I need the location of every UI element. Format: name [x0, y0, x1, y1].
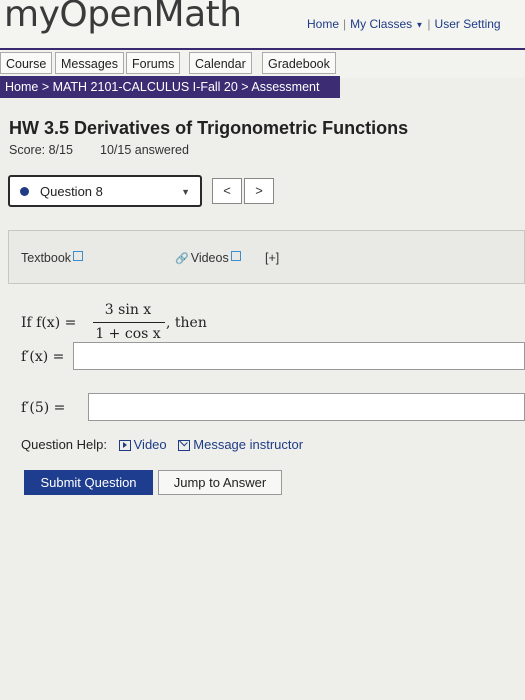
- tab-messages[interactable]: Messages: [55, 52, 124, 74]
- textbook-link[interactable]: Textbook: [21, 251, 84, 265]
- question-select-value: Question 8: [40, 184, 103, 199]
- derivative-value-input[interactable]: [88, 393, 525, 421]
- course-nav: Course Messages Forums Calendar Gradeboo…: [0, 48, 525, 78]
- video-icon: 🔗: [175, 253, 189, 265]
- submit-question-button[interactable]: Submit Question: [24, 470, 153, 495]
- score-text: Score: 8/15: [9, 143, 73, 157]
- chevron-down-icon: ▼: [181, 187, 190, 197]
- derivative-answer-input[interactable]: [73, 342, 525, 370]
- fraction-denominator: 1 + cos x: [95, 326, 161, 342]
- video-icon[interactable]: [118, 440, 131, 452]
- help-video-link[interactable]: Video: [134, 437, 167, 452]
- tab-calendar[interactable]: Calendar: [189, 52, 252, 74]
- home-link[interactable]: Home: [307, 17, 339, 31]
- part2-label: f′(5) =: [21, 400, 66, 416]
- status-dot-icon: [20, 187, 29, 196]
- mail-icon[interactable]: [178, 440, 191, 452]
- fraction-bar: [93, 322, 165, 323]
- videos-link[interactable]: 🔗 Videos: [175, 251, 241, 265]
- next-question-button[interactable]: >: [244, 178, 274, 204]
- tab-course[interactable]: Course: [0, 52, 53, 74]
- part1-label: f′(x) =: [21, 349, 65, 365]
- my-classes-link[interactable]: My Classes: [350, 17, 412, 31]
- question-prefix: If f(x) =: [21, 315, 77, 331]
- answered-count: 10/15 answered: [100, 143, 189, 157]
- prev-question-button[interactable]: <: [212, 178, 242, 204]
- page-title: HW 3.5 Derivatives of Trigonometric Func…: [9, 118, 409, 138]
- external-link-icon: [230, 251, 241, 261]
- user-settings-link[interactable]: User Setting: [435, 17, 501, 31]
- fraction-numerator: 3 sin x: [104, 302, 152, 318]
- top-links: Home | My Classes ▼ | User Setting: [307, 17, 501, 31]
- tab-forums[interactable]: Forums: [126, 52, 181, 74]
- question-suffix: , then: [166, 315, 207, 331]
- expand-videos-toggle[interactable]: [+]: [265, 251, 279, 265]
- tab-gradebook[interactable]: Gradebook: [262, 52, 336, 74]
- resources-box: Textbook 🔗 Videos [+]: [8, 230, 525, 284]
- external-link-icon: [73, 251, 84, 261]
- top-header: myOpenMath Home | My Classes ▼ | User Settin…: [0, 0, 525, 48]
- question-select[interactable]: Question 8 ▼: [8, 175, 202, 207]
- chevron-down-icon[interactable]: ▼: [416, 20, 424, 29]
- app-logo[interactable]: myOpenMath: [4, 0, 242, 35]
- message-instructor-link[interactable]: Message instructor: [193, 437, 303, 452]
- question-help: Question Help: Video Message instructor: [21, 437, 304, 452]
- breadcrumb[interactable]: Home > MATH 2101-CALCULUS I-Fall 20 > As…: [0, 76, 340, 98]
- jump-to-answer-button[interactable]: Jump to Answer: [158, 470, 282, 495]
